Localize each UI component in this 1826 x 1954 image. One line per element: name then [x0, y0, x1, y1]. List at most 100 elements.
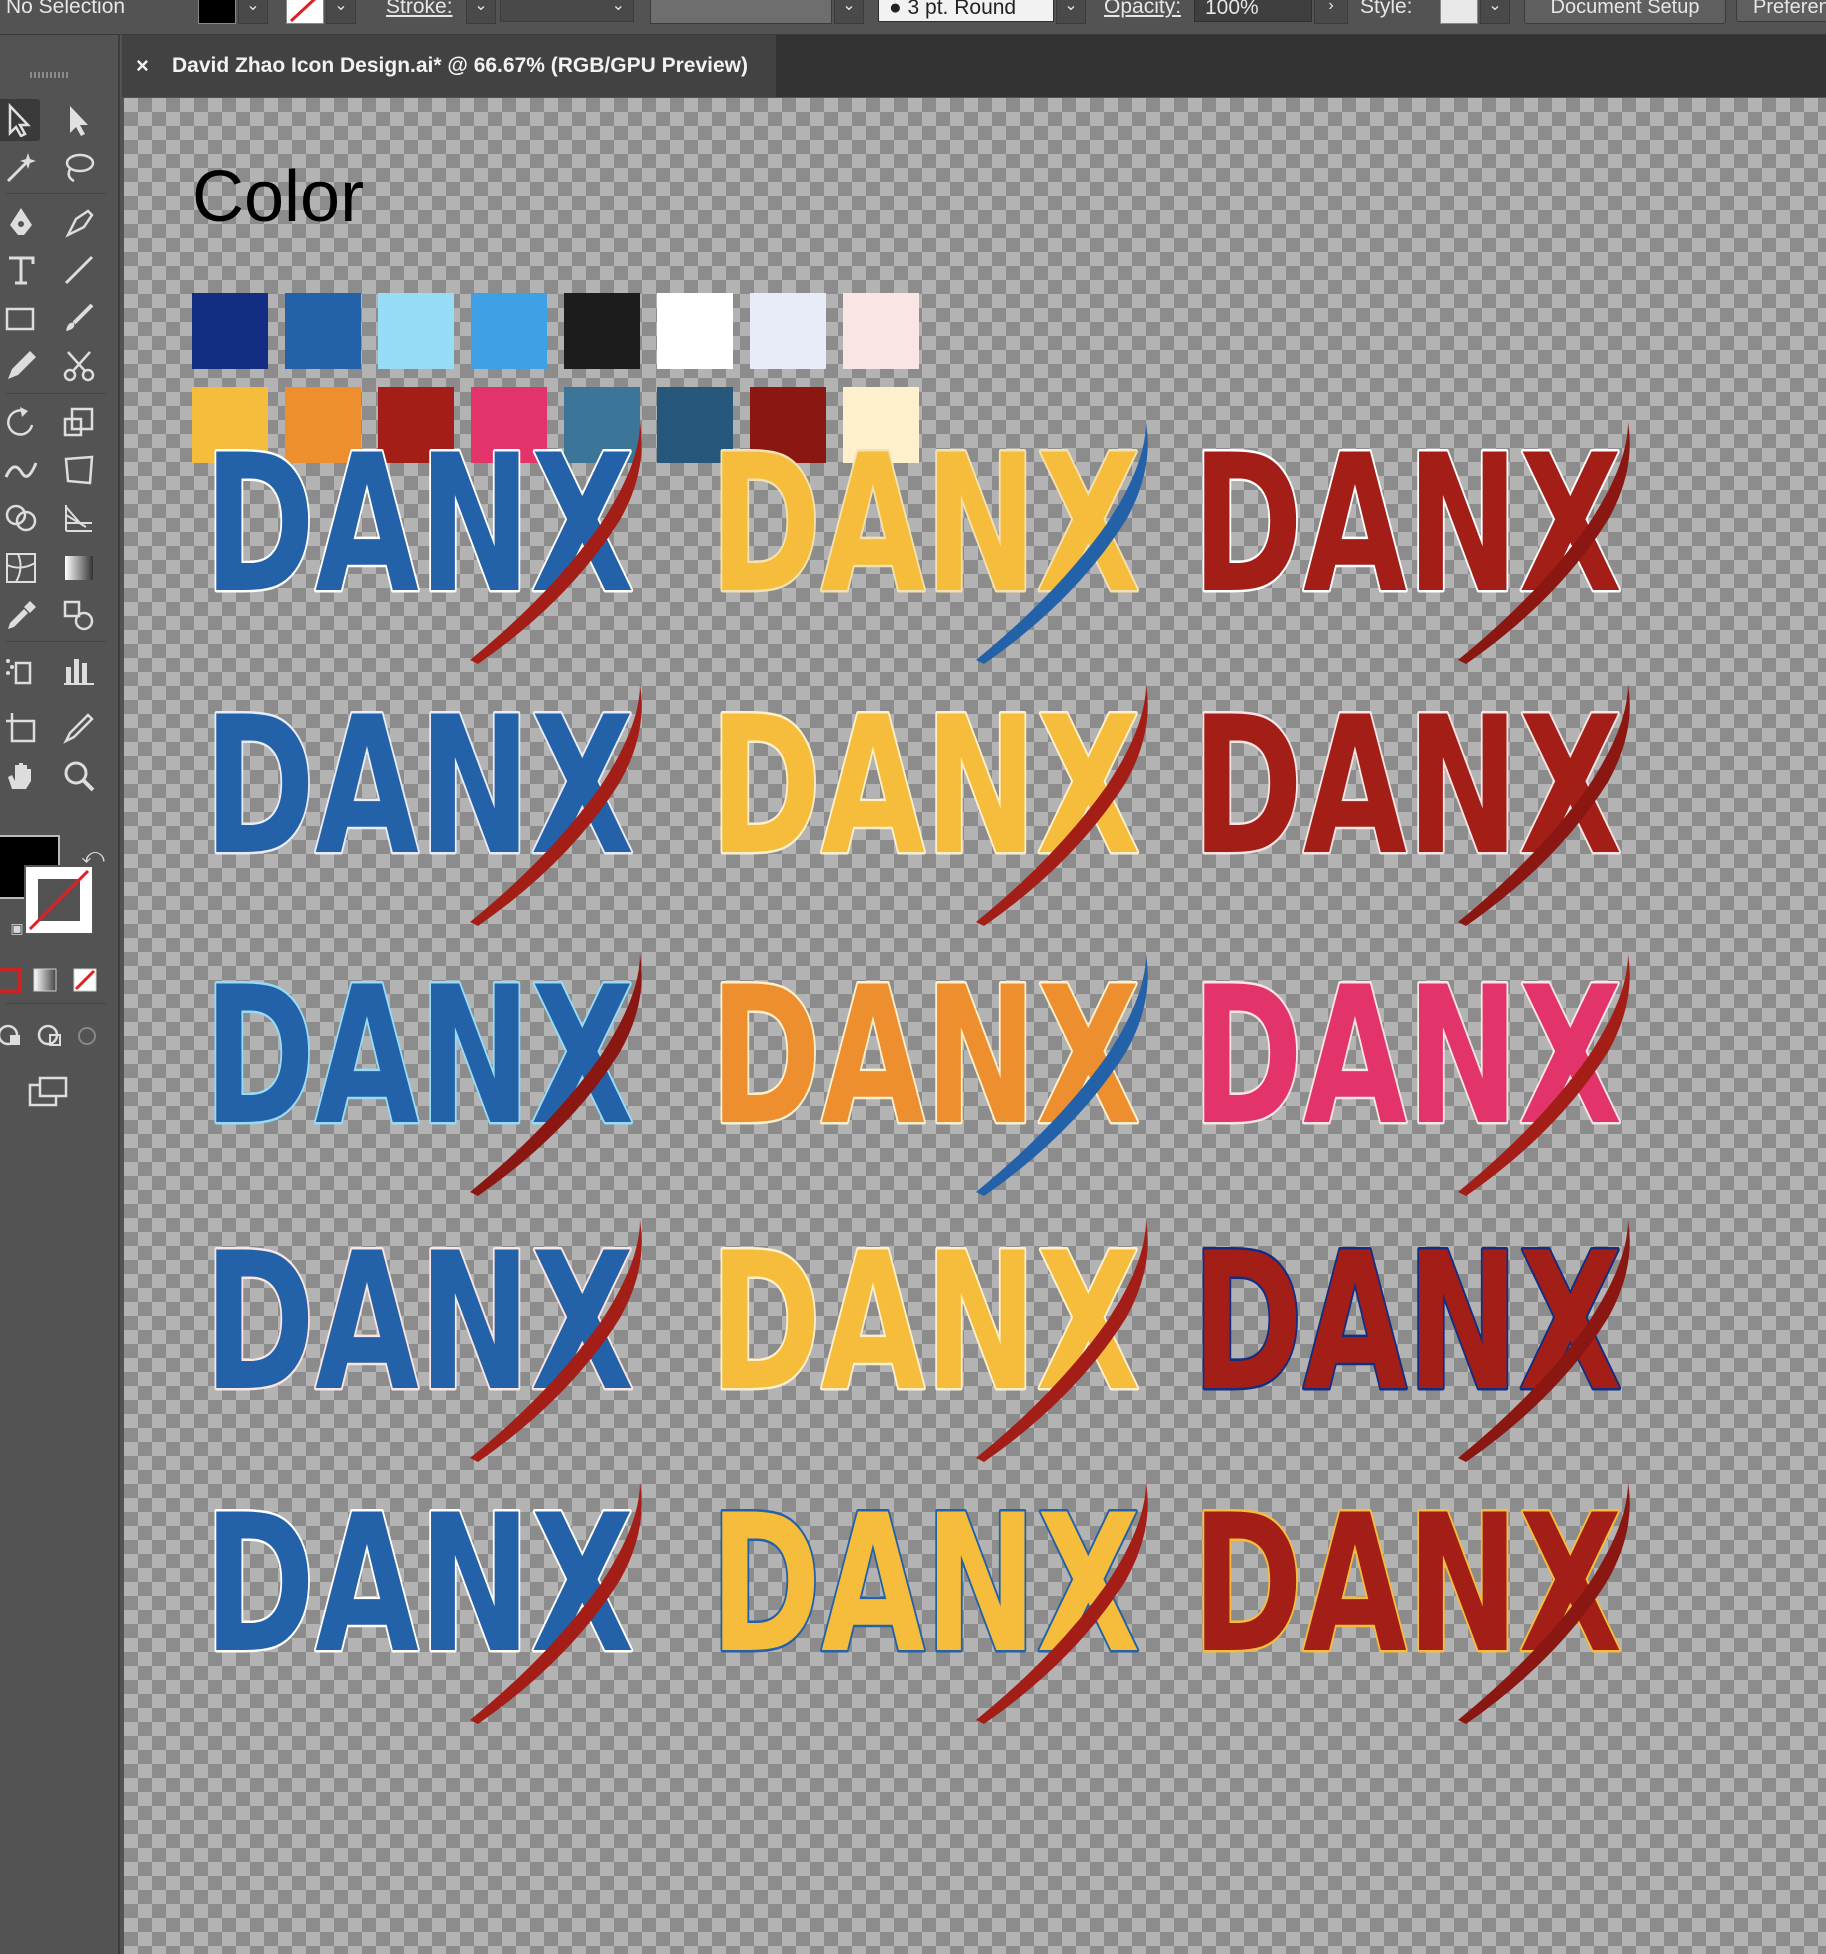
- fill-color-swatch[interactable]: [198, 0, 236, 24]
- brush-field[interactable]: ● 3 pt. Round: [878, 0, 1054, 22]
- graphic-style-dropdown[interactable]: ⌄: [1480, 0, 1510, 24]
- line-segment-tool-icon[interactable]: [58, 249, 100, 291]
- danx-wordmark: DANX: [204, 420, 634, 635]
- danx-logo[interactable]: DANX: [706, 1218, 1166, 1468]
- paintbrush-tool-icon[interactable]: [58, 297, 100, 339]
- danx-wordmark: DANX: [204, 1218, 634, 1433]
- gradient-tool-icon[interactable]: [58, 547, 100, 589]
- opacity-label[interactable]: Opacity:: [1104, 0, 1181, 24]
- danx-wordmark: DANX: [204, 952, 634, 1167]
- selection-tool-icon[interactable]: [0, 99, 40, 141]
- free-transform-tool-icon[interactable]: [58, 449, 100, 491]
- danx-logo[interactable]: DANX: [200, 420, 660, 670]
- danx-wordmark: DANX: [710, 1480, 1140, 1695]
- palette-swatch[interactable]: [285, 293, 361, 369]
- style-label: Style:: [1360, 0, 1413, 18]
- zoom-tool-icon[interactable]: [58, 755, 100, 797]
- default-fill-stroke-icon[interactable]: ▣: [0, 907, 38, 949]
- danx-wordmark: DANX: [1192, 952, 1622, 1167]
- color-heading: Color: [192, 157, 365, 237]
- danx-wordmark: DANX: [710, 1218, 1140, 1433]
- artboard-tool-icon[interactable]: [0, 707, 42, 749]
- danx-logo[interactable]: DANX: [1188, 952, 1648, 1202]
- perspective-grid-tool-icon[interactable]: [58, 497, 100, 539]
- danx-logo[interactable]: DANX: [1188, 1480, 1648, 1730]
- pen-tool-icon[interactable]: [0, 201, 42, 243]
- document-tab[interactable]: × David Zhao Icon Design.ai* @ 66.67% (R…: [122, 35, 776, 97]
- rectangle-tool-icon[interactable]: [0, 297, 42, 339]
- variable-width-profile-dropdown[interactable]: ⌄: [500, 0, 634, 22]
- document-tab-strip: × David Zhao Icon Design.ai* @ 66.67% (R…: [122, 35, 1826, 97]
- scale-tool-icon[interactable]: [58, 401, 100, 443]
- close-tab-icon[interactable]: ×: [136, 35, 149, 97]
- draw-normal-icon[interactable]: [0, 1015, 32, 1057]
- symbol-sprayer-tool-icon[interactable]: [0, 649, 42, 691]
- document-tab-title: David Zhao Icon Design.ai* @ 66.67% (RGB…: [172, 54, 748, 77]
- curvature-tool-icon[interactable]: [58, 201, 100, 243]
- danx-logo[interactable]: DANX: [200, 682, 660, 932]
- rotate-tool-icon[interactable]: [0, 401, 42, 443]
- opacity-field[interactable]: 100%: [1194, 0, 1312, 22]
- danx-wordmark: DANX: [1192, 420, 1622, 635]
- danx-wordmark: DANX: [710, 952, 1140, 1167]
- width-tool-icon[interactable]: [0, 449, 42, 491]
- fill-dropdown[interactable]: ⌄: [238, 0, 268, 24]
- danx-logo[interactable]: DANX: [706, 420, 1166, 670]
- danx-logo[interactable]: DANX: [1188, 1218, 1648, 1468]
- stroke-color-swatch[interactable]: [286, 0, 324, 24]
- tools-panel: ⤺ ▣: [0, 35, 120, 1954]
- column-graph-tool-icon[interactable]: [58, 649, 100, 691]
- direct-selection-tool-icon[interactable]: [58, 99, 100, 141]
- none-mode-icon[interactable]: [66, 959, 108, 1001]
- change-screen-mode-icon[interactable]: [24, 1071, 68, 1113]
- mesh-tool-icon[interactable]: [0, 547, 42, 589]
- danx-logo[interactable]: DANX: [200, 1218, 660, 1468]
- danx-logo[interactable]: DANX: [706, 952, 1166, 1202]
- panel-grip[interactable]: [30, 72, 68, 78]
- danx-logo[interactable]: DANX: [706, 682, 1166, 932]
- slice-tool-icon[interactable]: [58, 707, 100, 749]
- danx-logo[interactable]: DANX: [200, 952, 660, 1202]
- stroke-weight-stepper[interactable]: ⌄: [466, 0, 496, 24]
- stroke-label[interactable]: Stroke:: [386, 0, 453, 24]
- brush-style-dropdown[interactable]: ⌄: [1056, 0, 1086, 24]
- danx-wordmark: DANX: [204, 1480, 634, 1695]
- magic-wand-tool-icon[interactable]: [0, 147, 42, 189]
- palette-swatch[interactable]: [471, 293, 547, 369]
- lasso-tool-icon[interactable]: [58, 147, 100, 189]
- scissors-tool-icon[interactable]: [58, 345, 100, 387]
- canvas[interactable]: Color DANX DANX DANX DANX DANX DANX DANX DANX DA…: [124, 98, 1826, 1954]
- type-tool-icon[interactable]: [0, 249, 42, 291]
- palette-swatch[interactable]: [657, 293, 733, 369]
- danx-logo[interactable]: DANX: [1188, 420, 1648, 670]
- draw-inside-icon[interactable]: [66, 1015, 108, 1057]
- preferences-button[interactable]: Preferen: [1736, 0, 1826, 22]
- palette-swatch[interactable]: [843, 293, 919, 369]
- hand-tool-icon[interactable]: [0, 755, 42, 797]
- blend-tool-icon[interactable]: [58, 595, 100, 637]
- danx-logo[interactable]: DANX: [200, 1480, 660, 1730]
- selection-status: No Selection: [6, 0, 126, 18]
- stroke-dropdown[interactable]: ⌄: [326, 0, 356, 24]
- brush-dropdown[interactable]: ⌄: [834, 0, 864, 24]
- danx-logo[interactable]: DANX: [1188, 682, 1648, 932]
- tool-divider: [6, 393, 106, 394]
- palette-swatch[interactable]: [750, 293, 826, 369]
- eyedropper-tool-icon[interactable]: [0, 595, 42, 637]
- tool-divider: [6, 193, 106, 194]
- shape-builder-tool-icon[interactable]: [0, 497, 42, 539]
- palette-swatch[interactable]: [564, 293, 640, 369]
- control-bar: No Selection ⌄ ⌄ Stroke: ⌄ ⌄ ⌄ ● 3 pt. R…: [0, 0, 1826, 35]
- palette-swatch[interactable]: [192, 293, 268, 369]
- danx-logo[interactable]: DANX: [706, 1480, 1166, 1730]
- none-stroke-icon: [289, 0, 316, 23]
- brush-definition-field[interactable]: [650, 0, 832, 24]
- document-setup-button[interactable]: Document Setup: [1524, 0, 1726, 24]
- gradient-mode-icon[interactable]: [26, 959, 68, 1001]
- opacity-expand-button[interactable]: ›: [1314, 0, 1348, 24]
- palette-swatch[interactable]: [378, 293, 454, 369]
- pencil-tool-icon[interactable]: [0, 345, 42, 387]
- graphic-style-swatch[interactable]: [1440, 0, 1478, 24]
- brush-dot-icon: ●: [889, 0, 908, 19]
- swap-fill-stroke-icon[interactable]: ⤺: [72, 835, 114, 877]
